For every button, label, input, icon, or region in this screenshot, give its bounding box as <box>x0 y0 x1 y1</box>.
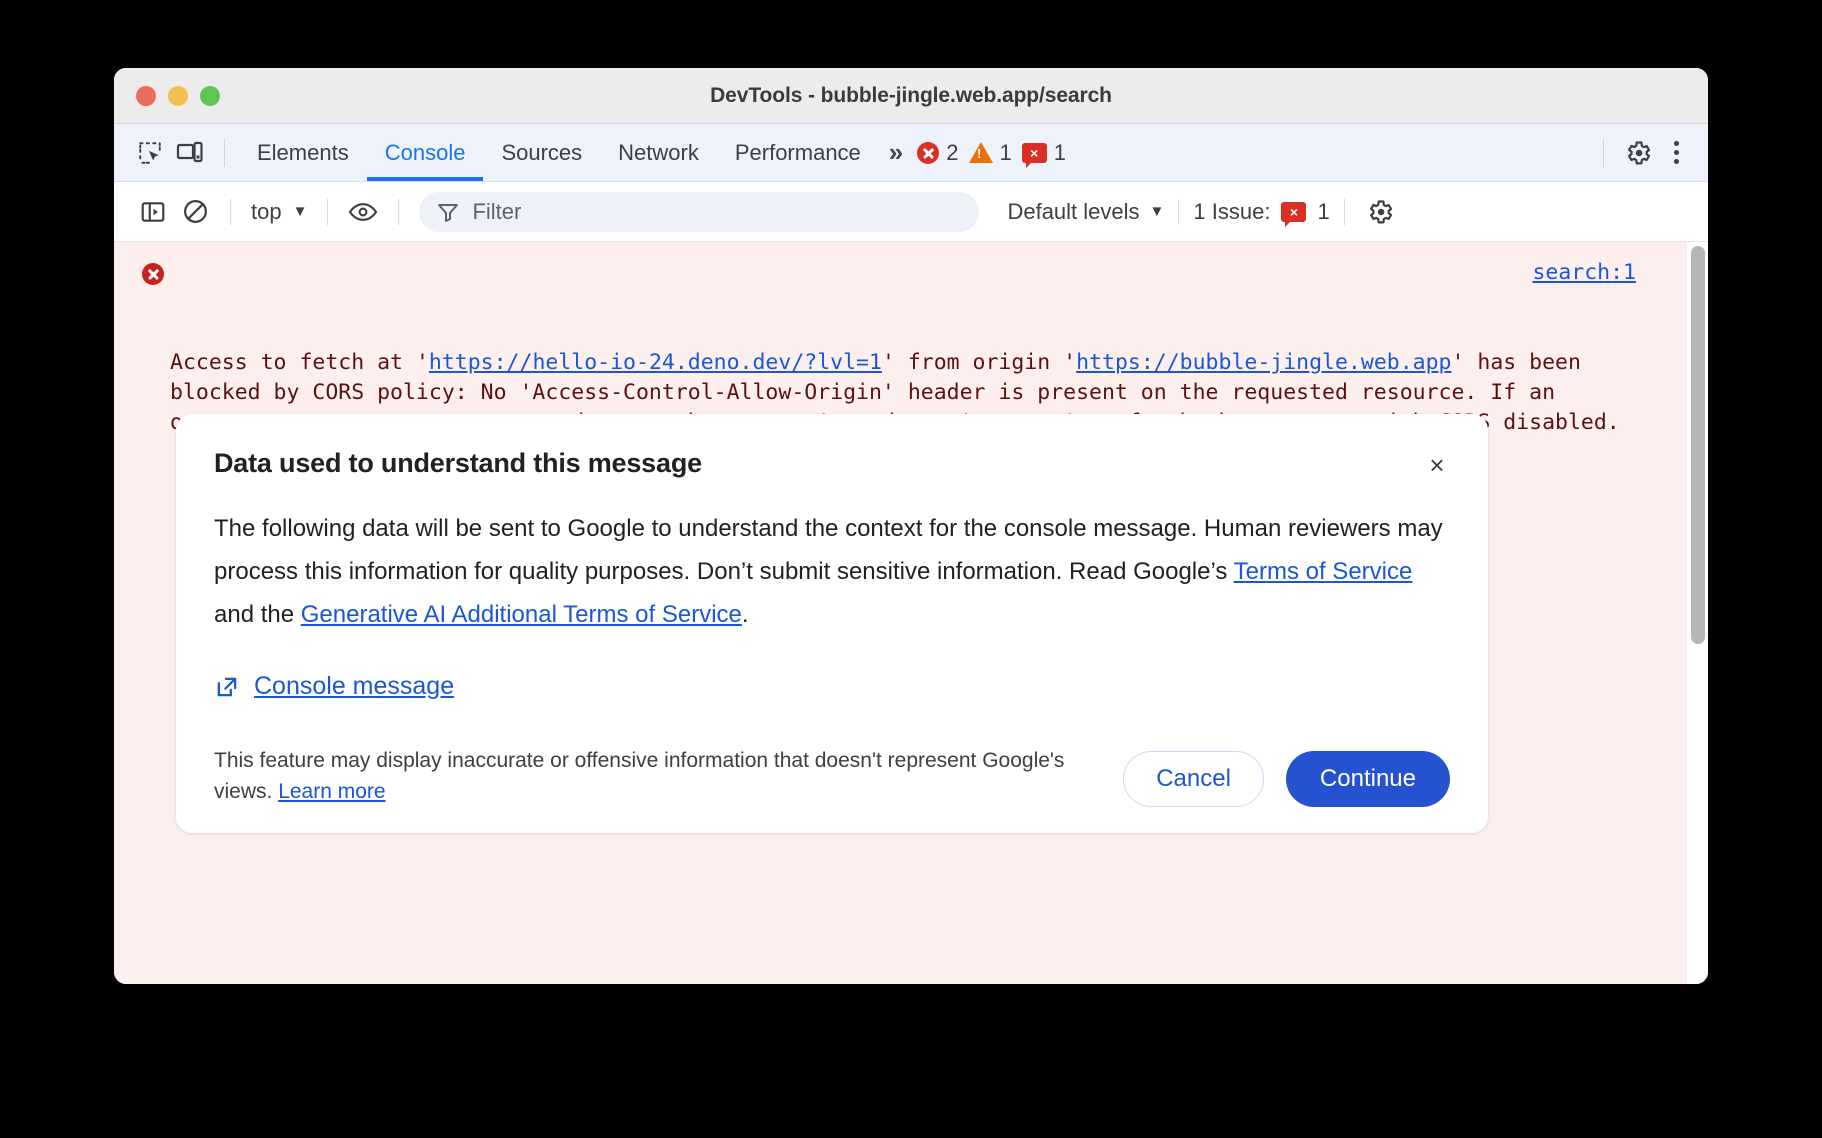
window-titlebar: DevTools - bubble-jingle.web.app/search <box>114 68 1708 124</box>
dialog-buttons: Cancel Continue <box>1123 751 1450 807</box>
tab-network[interactable]: Network <box>600 124 717 181</box>
console-toolbar-divider-4 <box>1178 199 1179 225</box>
error-url-origin[interactable]: https://bubble-jingle.web.app <box>1076 350 1451 375</box>
open-in-new-icon <box>214 674 240 700</box>
tab-elements[interactable]: Elements <box>239 124 367 181</box>
dialog-disclaimer: This feature may display inaccurate or o… <box>214 745 1093 807</box>
error-middle: ' from origin ' <box>882 350 1076 375</box>
console-toolbar: top ▼ Filter Default levels ▼ 1 Issue: × <box>114 182 1708 242</box>
log-levels-selector[interactable]: Default levels ▼ <box>991 199 1164 225</box>
chevron-down-icon-levels: ▼ <box>1150 203 1165 220</box>
error-count: 2 <box>946 140 958 166</box>
dialog-footer: This feature may display inaccurate or o… <box>214 745 1450 807</box>
console-message-row[interactable]: Console message <box>214 672 1450 701</box>
close-window-button[interactable] <box>136 86 156 106</box>
close-icon[interactable]: × <box>1420 448 1454 482</box>
dialog-title: Data used to understand this message <box>214 448 1450 479</box>
dialog-body-part2: and the <box>214 601 301 628</box>
terms-of-service-link[interactable]: Terms of Service <box>1234 558 1413 585</box>
cancel-button[interactable]: Cancel <box>1123 751 1264 807</box>
error-counter[interactable]: 2 <box>917 140 958 166</box>
console-sidebar-icon[interactable] <box>132 191 174 233</box>
issue-count: 1 <box>1054 140 1066 166</box>
issues-label: 1 Issue: <box>1193 199 1270 225</box>
data-usage-dialog: Data used to understand this message × T… <box>176 414 1488 833</box>
dialog-body-text: The following data will be sent to Googl… <box>214 507 1450 636</box>
continue-button[interactable]: Continue <box>1286 751 1450 807</box>
console-scrollbar[interactable] <box>1686 242 1708 984</box>
issue-icon: × <box>1022 143 1047 163</box>
more-tabs-icon[interactable]: » <box>879 137 907 168</box>
execution-context-value: top <box>251 199 282 225</box>
error-url-target[interactable]: https://hello-io-24.deno.dev/?lvl=1 <box>429 350 882 375</box>
warning-icon <box>969 142 993 163</box>
error-prefix: Access to fetch at ' <box>170 350 429 375</box>
toolbar-divider <box>224 139 225 167</box>
issues-summary[interactable]: 1 Issue: × 1 <box>1193 199 1329 225</box>
scrollbar-thumb[interactable] <box>1691 246 1705 644</box>
warning-count: 1 <box>1000 140 1012 166</box>
generative-ai-terms-link[interactable]: Generative AI Additional Terms of Servic… <box>301 601 742 628</box>
issues-count: 1 <box>1317 199 1329 225</box>
console-message-link[interactable]: Console message <box>254 672 454 701</box>
error-icon-message <box>142 263 164 285</box>
learn-more-link[interactable]: Learn more <box>278 780 385 803</box>
error-icon <box>917 142 939 164</box>
minimize-window-button[interactable] <box>168 86 188 106</box>
devtools-tabbar: Elements Console Sources Network Perform… <box>114 124 1708 182</box>
console-toolbar-divider-1 <box>230 199 231 225</box>
live-expression-eye-icon[interactable] <box>342 191 384 233</box>
console-toolbar-divider-2 <box>327 199 328 225</box>
filter-placeholder: Filter <box>472 199 521 225</box>
issue-icon-toolbar: × <box>1281 202 1306 222</box>
console-toolbar-divider-3 <box>398 199 399 225</box>
window-title: DevTools - bubble-jingle.web.app/search <box>114 84 1708 108</box>
issue-counter[interactable]: × 1 <box>1022 140 1066 166</box>
warning-counter[interactable]: 1 <box>969 140 1012 166</box>
traffic-lights <box>136 86 220 106</box>
dialog-body-part3: . <box>742 601 749 628</box>
maximize-window-button[interactable] <box>200 86 220 106</box>
execution-context-selector[interactable]: top ▼ <box>245 199 313 225</box>
source-location-link[interactable]: search:1 <box>1532 258 1636 288</box>
device-toolbar-icon[interactable] <box>170 133 210 173</box>
devtools-window: DevTools - bubble-jingle.web.app/search … <box>114 68 1708 984</box>
console-panel: Access to fetch at 'https://hello-io-24.… <box>114 242 1708 984</box>
issue-glyph: × <box>1030 146 1038 160</box>
tab-sources[interactable]: Sources <box>483 124 600 181</box>
console-settings-gear-icon[interactable] <box>1359 191 1401 233</box>
log-levels-value: Default levels <box>1007 199 1139 225</box>
issue-glyph-toolbar: × <box>1290 205 1298 219</box>
clear-console-icon[interactable] <box>174 191 216 233</box>
search-input[interactable]: Filter <box>419 192 979 232</box>
toolbar-divider-right <box>1603 139 1604 167</box>
inspect-element-icon[interactable] <box>130 133 170 173</box>
tab-console[interactable]: Console <box>367 124 484 181</box>
kebab-menu-icon[interactable] <box>1658 133 1694 173</box>
filter-funnel-icon <box>437 202 459 222</box>
gear-icon[interactable] <box>1618 133 1658 173</box>
chevron-down-icon: ▼ <box>293 203 308 220</box>
tab-performance[interactable]: Performance <box>717 124 879 181</box>
console-toolbar-divider-5 <box>1344 199 1345 225</box>
